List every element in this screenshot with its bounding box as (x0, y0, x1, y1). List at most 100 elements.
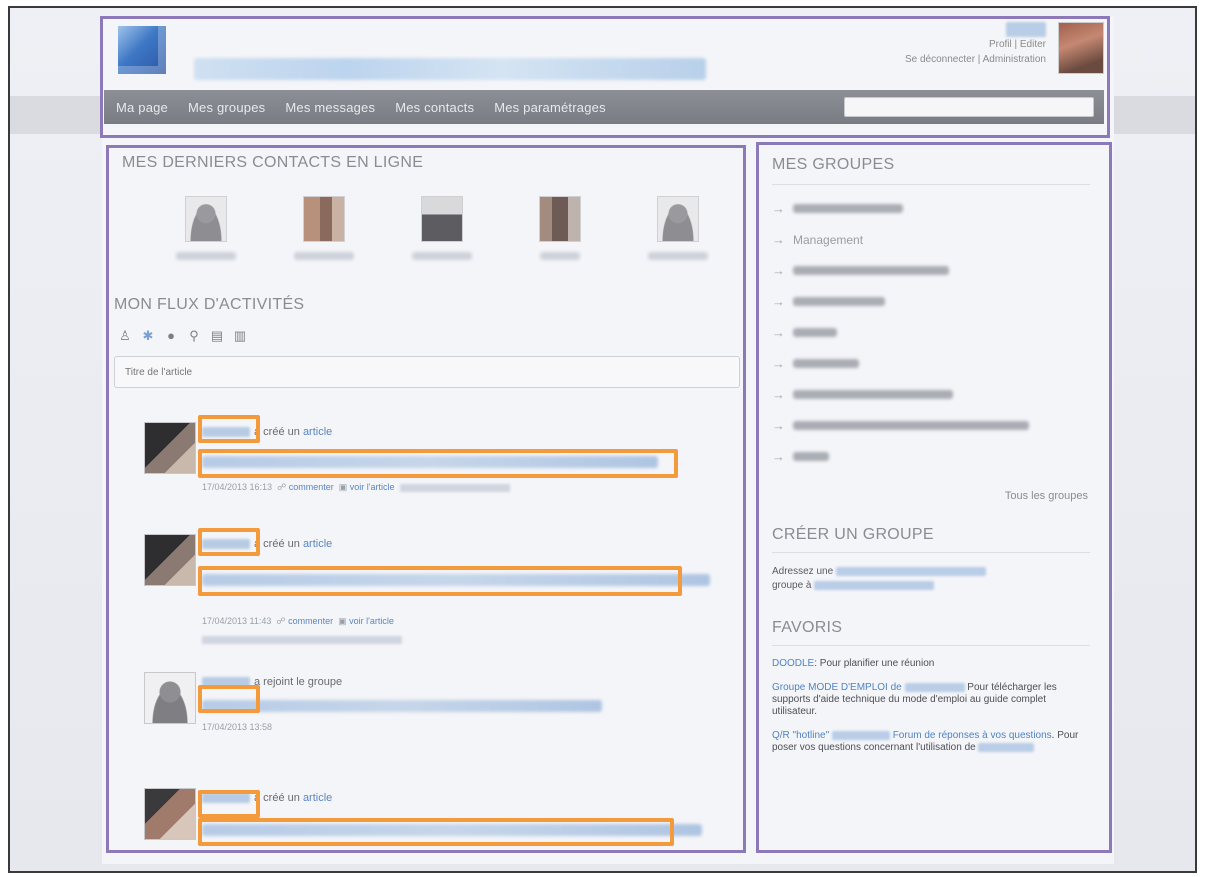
activity-extra (399, 483, 510, 492)
activity-item: a créé un article 17/04/2013 16:13 ☍ com… (144, 422, 744, 512)
contact-photo[interactable] (185, 196, 227, 242)
arrow-right-icon: → (772, 201, 785, 216)
contact-name[interactable] (540, 252, 580, 260)
contact-item[interactable] (520, 196, 600, 260)
activity-title-link[interactable] (202, 574, 710, 586)
activity-group-link[interactable] (202, 700, 602, 712)
arrow-right-icon: → (772, 263, 785, 278)
all-groups-link[interactable]: Tous les groupes (772, 490, 1090, 502)
activity-avatar[interactable] (144, 788, 196, 840)
hotline-link[interactable]: Q/R "hotline" (772, 730, 829, 741)
activity-object-link[interactable]: article (303, 792, 332, 804)
activity-item: a rejoint le groupe 17/04/2013 13:58 (144, 672, 744, 752)
group-item[interactable]: → (772, 449, 1090, 464)
view-article-link[interactable]: voir l'article (349, 616, 394, 626)
contact-photo[interactable] (539, 196, 581, 242)
activity-toolbar: ♙ ✱ ● ⚲ ▤ ▥ (114, 328, 744, 344)
contact-name[interactable] (294, 252, 354, 260)
contact-item[interactable] (166, 196, 246, 260)
activity-extra (202, 634, 402, 644)
nav-item-mes-parametrages[interactable]: Mes paramétrages (494, 100, 606, 115)
mode-emploi-name[interactable] (904, 682, 965, 692)
view-article-link[interactable]: voir l'article (350, 482, 395, 492)
group-item[interactable]: → (772, 263, 1090, 278)
group-item-management[interactable]: → Management (772, 232, 1090, 247)
nav-item-ma-page[interactable]: Ma page (116, 100, 168, 115)
contact-item[interactable] (638, 196, 718, 260)
arrow-right-icon: → (772, 387, 785, 402)
favorite-mode-emploi: Groupe MODE D'EMPLOI de Pour télécharger… (772, 682, 1057, 717)
group-name[interactable] (793, 297, 885, 306)
username-link[interactable]: xxxxxxxx (1006, 22, 1046, 37)
activity-user[interactable] (202, 793, 250, 804)
activity-avatar[interactable] (144, 422, 196, 474)
activity-extra-link[interactable] (202, 635, 402, 644)
user-links: xxxxxxxx Profil | Editer Se déconnecter … (905, 22, 1046, 67)
sidebar-column: MES GROUPES → → Management → → → → → → → … (764, 146, 1100, 850)
activity-title-link[interactable] (202, 824, 702, 836)
link-icon[interactable]: ⚲ (187, 328, 201, 344)
activity-meta: 17/04/2013 16:13 ☍ commenter ▣ voir l'ar… (202, 482, 510, 493)
group-name[interactable] (793, 421, 1029, 430)
activity-item: a créé un article (144, 788, 744, 850)
activity-meta: 17/04/2013 11:43 ☍ commenter ▣ voir l'ar… (202, 616, 394, 626)
activity-title: MON FLUX D'ACTIVITÉS (114, 296, 305, 313)
session-links[interactable]: Se déconnecter | Administration (905, 52, 1046, 67)
activity-user[interactable] (202, 677, 250, 688)
article-title-input[interactable] (114, 356, 740, 388)
group-item[interactable]: → (772, 356, 1090, 371)
search-input[interactable] (844, 97, 1094, 117)
admin-email-link[interactable] (814, 580, 935, 590)
user-avatar[interactable] (1058, 22, 1104, 74)
nav-item-mes-groupes[interactable]: Mes groupes (188, 100, 265, 115)
group-name[interactable] (793, 204, 903, 213)
globe-icon[interactable]: ● (164, 328, 178, 344)
group-name[interactable] (793, 452, 829, 461)
contact-name[interactable] (412, 252, 472, 260)
hotline-name[interactable] (831, 730, 890, 740)
contact-photo[interactable] (421, 196, 463, 242)
activity-object-link[interactable]: article (303, 538, 332, 550)
group-item[interactable]: → (772, 201, 1090, 216)
grid-icon[interactable]: ▥ (233, 328, 247, 344)
group-item[interactable]: → (772, 418, 1090, 433)
contact-name[interactable] (176, 252, 236, 260)
star-icon[interactable]: ✱ (141, 328, 155, 344)
activity-line: a rejoint le groupe (202, 676, 342, 688)
group-name[interactable] (793, 359, 859, 368)
site-logo[interactable] (118, 26, 166, 74)
group-name[interactable] (793, 266, 949, 275)
group-item[interactable]: → (772, 325, 1090, 340)
activity-user[interactable] (202, 539, 250, 550)
comment-link[interactable]: commenter (288, 616, 333, 626)
doodle-link[interactable]: DOODLE (772, 658, 814, 669)
mode-emploi-link[interactable]: Groupe MODE D'EMPLOI de (772, 682, 902, 693)
activity-avatar[interactable] (144, 672, 196, 724)
nav-item-mes-messages[interactable]: Mes messages (285, 100, 375, 115)
activity-avatar[interactable] (144, 534, 196, 586)
arrow-right-icon: → (772, 356, 785, 371)
site-header: xxxxxxxx Profil | Editer Se déconnecter … (102, 18, 1106, 136)
create-form-link[interactable] (835, 566, 986, 576)
activity-title-link[interactable] (202, 456, 658, 468)
contact-item[interactable] (402, 196, 482, 260)
nav-item-mes-contacts[interactable]: Mes contacts (395, 100, 474, 115)
activity-object-link[interactable]: article (303, 426, 332, 438)
group-item[interactable]: → (772, 387, 1090, 402)
groups-title: MES GROUPES (772, 156, 1090, 185)
forum-link[interactable]: Forum de réponses à vos questions (893, 730, 1052, 741)
group-name[interactable] (793, 328, 837, 337)
contact-name[interactable] (648, 252, 708, 260)
contact-item[interactable] (284, 196, 364, 260)
activity-user[interactable] (202, 427, 250, 438)
group-item[interactable]: → (772, 294, 1090, 309)
list-icon[interactable]: ▤ (210, 328, 224, 344)
contact-photo[interactable] (303, 196, 345, 242)
comment-link[interactable]: commenter (289, 482, 334, 492)
contact-photo[interactable] (657, 196, 699, 242)
group-name[interactable] (793, 390, 953, 399)
group-name[interactable]: Management (793, 233, 863, 247)
person-icon[interactable]: ♙ (118, 328, 132, 344)
profile-links[interactable]: Profil | Editer (905, 37, 1046, 52)
tool-name[interactable] (978, 742, 1035, 752)
